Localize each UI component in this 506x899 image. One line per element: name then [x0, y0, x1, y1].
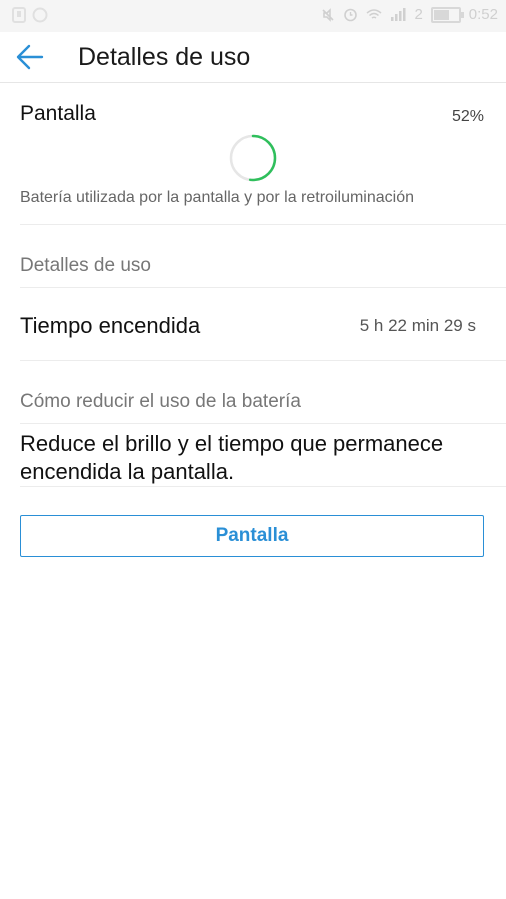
- wifi-icon: [366, 9, 382, 19]
- usage-progress-ring: [229, 134, 277, 182]
- mute-icon: [322, 7, 335, 22]
- back-button[interactable]: [14, 41, 50, 73]
- alarm-icon: [344, 8, 358, 22]
- on-time-value: 5 h 22 min 29 s: [359, 316, 476, 335]
- battery-icon: [430, 6, 464, 23]
- divider: [20, 423, 506, 424]
- divider: [20, 224, 506, 225]
- sim-slot-label: 2: [414, 6, 423, 23]
- whatsapp-icon: [32, 7, 48, 23]
- signal-icon: [391, 8, 406, 21]
- divider: [20, 360, 506, 361]
- reduce-usage-tip: Reduce el brillo y el tiempo que permane…: [20, 431, 444, 484]
- screen-usage-description: Batería utilizada por la pantalla y por …: [20, 189, 414, 206]
- arrow-left-icon: [16, 44, 44, 70]
- screen-usage-percent: 52%: [451, 108, 484, 125]
- usage-details-header: Detalles de uso: [20, 255, 151, 276]
- screen-settings-button[interactable]: Pantalla: [20, 515, 484, 557]
- divider: [20, 486, 506, 487]
- status-time: 0:52: [468, 6, 498, 23]
- sim-card-icon: [12, 7, 26, 23]
- app-bar: Detalles de uso: [0, 32, 506, 83]
- reduce-usage-header: Cómo reducir el uso de la batería: [20, 391, 301, 412]
- screen-usage-label: Pantalla: [20, 102, 96, 125]
- divider: [20, 287, 506, 288]
- page-title: Detalles de uso: [78, 43, 251, 71]
- status-bar: 2 0:52: [0, 0, 506, 32]
